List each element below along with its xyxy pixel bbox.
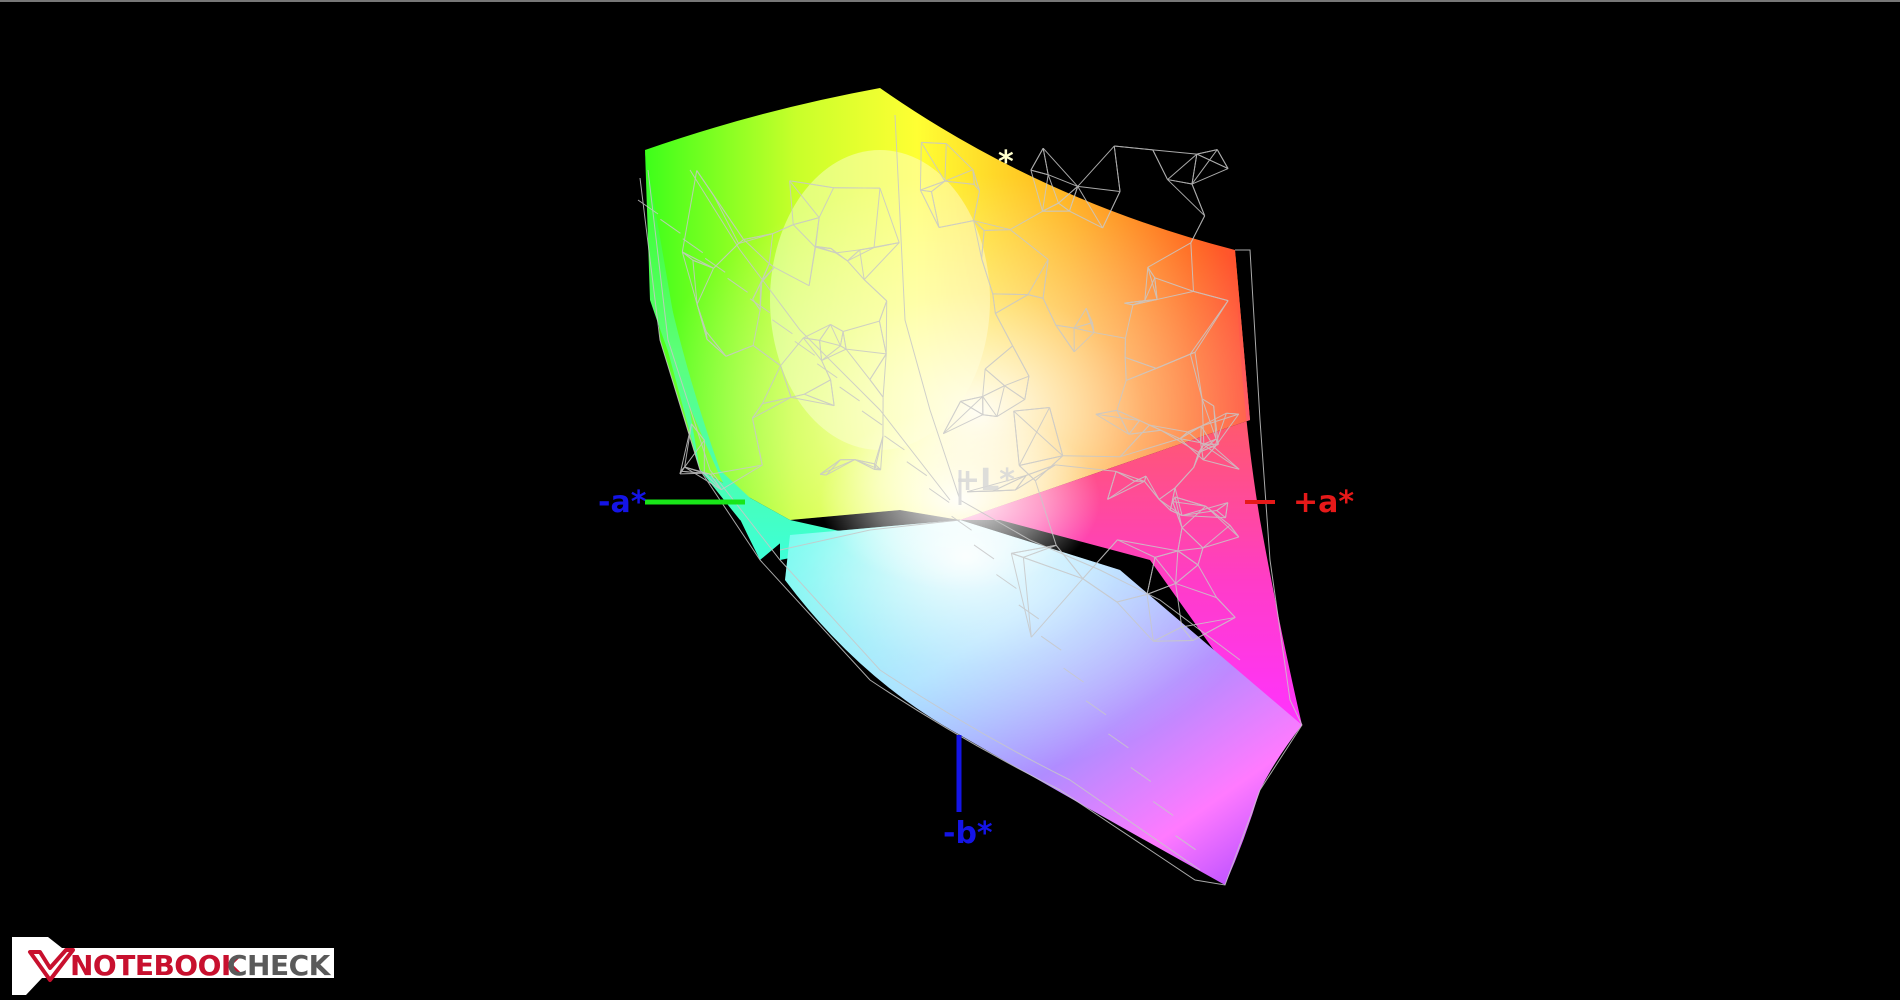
pos-a-axis-label: +a* — [1293, 485, 1354, 520]
neg-a-axis-label: -a* — [598, 485, 647, 520]
wireframe-edge — [885, 300, 888, 354]
gamut-top-glow — [770, 150, 990, 450]
logo-text-notebook: NOTEBOOK — [70, 949, 244, 982]
logo-text-check: CHECK — [227, 949, 332, 982]
pos-l-axis-label: +L* — [955, 463, 1015, 498]
top-axis-marker: * — [998, 145, 1014, 180]
color-gamut-diagram: -a* +a* -b* +L* * NOTEBOOK CHECK — [0, 0, 1900, 1000]
neg-b-axis-label: -b* — [943, 816, 993, 851]
